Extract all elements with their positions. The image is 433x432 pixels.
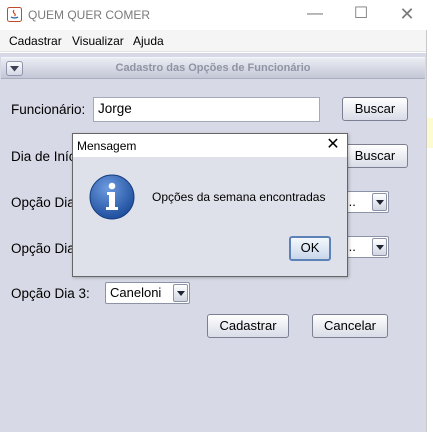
- opcao-dia-1-label: Opção Dia: [11, 195, 75, 210]
- background-window-edge: [426, 30, 433, 432]
- opcao-dia-2-label: Opção Dia: [11, 241, 75, 256]
- section-title: Cadastro das Opções de Funcionário: [115, 62, 311, 74]
- menu-ajuda[interactable]: Ajuda: [133, 34, 164, 48]
- dialog-message: Opções da semana encontradas: [152, 190, 326, 204]
- maximize-button[interactable]: ☐: [338, 0, 384, 30]
- opcao-dia-3-select[interactable]: Caneloni: [105, 282, 190, 304]
- opcao-dia-2-dropdown-button[interactable]: [372, 238, 387, 256]
- collapse-toggle-button[interactable]: [6, 61, 23, 76]
- menu-cadastrar[interactable]: Cadastrar: [9, 34, 62, 48]
- close-window-button[interactable]: ✕: [384, 0, 430, 30]
- opcao-dia-3-label: Opção Dia 3:: [11, 286, 90, 301]
- chevron-down-icon: [376, 245, 384, 250]
- message-dialog: Mensagem ✕ Opções da semana encontradas …: [72, 133, 348, 277]
- chevron-down-icon: [376, 200, 384, 205]
- funcionario-input[interactable]: Jorge: [93, 97, 320, 122]
- opcao-dia-3-dropdown-button[interactable]: [173, 284, 188, 302]
- dia-inicio-label: Dia de Iníc: [11, 149, 76, 164]
- java-app-icon: [7, 7, 22, 22]
- opcao-dia-3-value: Caneloni: [110, 285, 162, 300]
- buscar-dia-button[interactable]: Buscar: [342, 144, 408, 168]
- close-icon: ✕: [326, 136, 340, 153]
- dialog-title: Mensagem: [77, 139, 137, 153]
- chevron-down-icon: [10, 66, 19, 72]
- menu-bar: Cadastrar Visualizar Ajuda: [0, 30, 426, 52]
- cancelar-button[interactable]: Cancelar: [312, 314, 388, 338]
- minimize-button[interactable]: —: [292, 0, 338, 30]
- info-icon: [89, 174, 135, 220]
- dialog-close-button[interactable]: ✕: [321, 135, 345, 155]
- dialog-titlebar[interactable]: Mensagem ✕: [73, 134, 347, 157]
- menu-visualizar[interactable]: Visualizar: [72, 34, 124, 48]
- funcionario-value: Jorge: [98, 101, 132, 116]
- minimize-icon: —: [307, 5, 323, 22]
- opcao-dia-1-dropdown-button[interactable]: [372, 193, 387, 211]
- background-window-highlight: [427, 118, 433, 148]
- cadastrar-button[interactable]: Cadastrar: [207, 314, 289, 338]
- maximize-icon: ☐: [353, 5, 369, 22]
- section-header: Cadastro das Opções de Funcionário: [1, 57, 425, 79]
- window-title: QUEM QUER COMER: [28, 8, 151, 22]
- window-titlebar[interactable]: QUEM QUER COMER — ☐ ✕: [0, 0, 433, 30]
- dialog-body: Opções da semana encontradas OK: [73, 157, 347, 276]
- ok-button[interactable]: OK: [289, 236, 331, 261]
- funcionario-label: Funcionário:: [11, 102, 86, 117]
- buscar-funcionario-button[interactable]: Buscar: [342, 97, 408, 121]
- chevron-down-icon: [177, 291, 185, 296]
- close-icon: ✕: [399, 4, 415, 24]
